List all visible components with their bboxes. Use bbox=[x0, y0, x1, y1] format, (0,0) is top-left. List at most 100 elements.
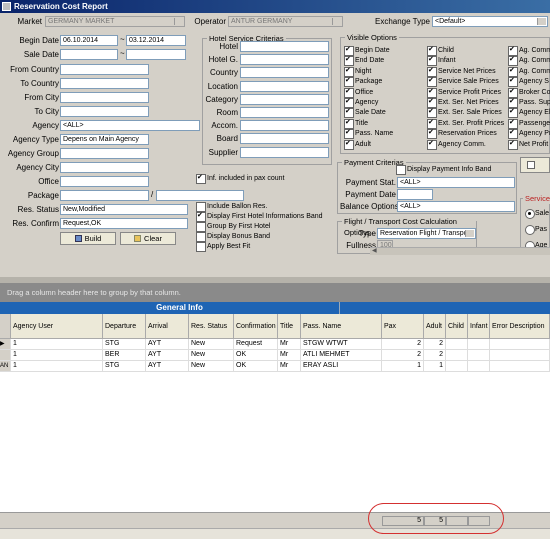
criteria-panel: Begin Date 06.10.2014 ~ 03.12.2014 Sale … bbox=[0, 31, 550, 277]
hotel-field-input[interactable] bbox=[240, 67, 329, 79]
column-header[interactable]: Arrival bbox=[146, 314, 189, 339]
visible-option-label: Pass. Name bbox=[355, 130, 394, 138]
visible-option-checkbox[interactable]: Net Profit bbox=[508, 139, 548, 150]
visible-option-checkbox[interactable]: Agency S bbox=[508, 76, 549, 88]
visible-option-checkbox[interactable]: Broker Co bbox=[508, 87, 550, 98]
agency-input[interactable]: <ALL> bbox=[60, 120, 200, 131]
panel-scrollbar[interactable]: ◀ bbox=[370, 247, 550, 255]
visible-option-checkbox[interactable]: Agency El bbox=[508, 107, 550, 119]
column-header[interactable]: Res. Status bbox=[189, 314, 234, 339]
build-button[interactable]: Build bbox=[60, 232, 116, 245]
results-grid: General Info Agency User Departure Arrival… bbox=[0, 302, 550, 512]
visible-option-checkbox[interactable]: Title bbox=[344, 118, 368, 129]
hotel-field-input[interactable] bbox=[240, 93, 329, 105]
market-label: Market bbox=[17, 17, 42, 26]
res-confirm-input[interactable]: Request,OK bbox=[60, 218, 188, 229]
visible-option-checkbox[interactable]: Ag. Comm bbox=[508, 66, 550, 77]
begin-date-from[interactable]: 06.10.2014 bbox=[60, 35, 118, 46]
office-input[interactable] bbox=[60, 176, 149, 187]
hotel-field-input[interactable] bbox=[240, 146, 329, 158]
visible-option-checkbox[interactable]: Pass. Name bbox=[344, 128, 394, 140]
column-header[interactable]: Pax bbox=[382, 314, 424, 339]
visible-option-checkbox[interactable]: Ag. Comm bbox=[508, 45, 550, 56]
grid-cell: AYT bbox=[146, 339, 189, 350]
balance-options-select[interactable]: <ALL> bbox=[397, 201, 515, 212]
column-header[interactable]: Pass. Name bbox=[301, 314, 382, 339]
hotel-field-input[interactable] bbox=[240, 54, 329, 66]
row-indicator[interactable]: AN bbox=[0, 361, 11, 372]
visible-option-checkbox[interactable]: Ext. Ser. Profit Prices bbox=[427, 118, 504, 129]
payment-date-input[interactable] bbox=[397, 189, 433, 200]
visible-option-checkbox[interactable]: Reservation Prices bbox=[427, 128, 497, 140]
hotel-option-checkbox[interactable]: Group By First Hotel bbox=[196, 222, 270, 232]
visible-option-checkbox[interactable]: Service Profit Prices bbox=[427, 87, 501, 98]
sale-date-to[interactable] bbox=[126, 49, 186, 60]
visible-option-checkbox[interactable]: Sale Date bbox=[344, 107, 386, 119]
visible-option-checkbox[interactable]: End Date bbox=[344, 55, 384, 67]
exchange-type-select[interactable]: <Default> bbox=[432, 16, 548, 27]
agency-type-select[interactable]: Depens on Main Agency bbox=[60, 134, 149, 145]
to-city-input[interactable] bbox=[60, 106, 149, 117]
service-radio[interactable]: Pas bbox=[525, 225, 547, 235]
from-country-input[interactable] bbox=[60, 64, 149, 75]
agency-group-input[interactable] bbox=[60, 148, 149, 159]
hotel-option-checkbox[interactable]: Display Bonus Band bbox=[196, 232, 270, 242]
column-header[interactable]: Error Description bbox=[490, 314, 550, 339]
flight-type-select[interactable]: Reservation Flight / Transpo bbox=[377, 228, 476, 239]
market-select[interactable]: GERMANY MARKET bbox=[45, 16, 185, 27]
inf-included-checkbox[interactable]: Inf. included in pax count bbox=[196, 173, 284, 184]
visible-option-checkbox[interactable]: Night bbox=[344, 66, 371, 77]
visible-option-checkbox[interactable]: Office bbox=[344, 87, 374, 98]
hotel-field-input[interactable] bbox=[240, 41, 329, 52]
group-by-panel[interactable]: Drag a column header here to group by th… bbox=[0, 283, 550, 302]
hotel-field-input[interactable] bbox=[240, 133, 329, 145]
hotel-option-checkbox[interactable]: Apply Best Fit bbox=[196, 242, 250, 252]
res-status-input[interactable]: New,Modified bbox=[60, 204, 188, 215]
hotel-field-input[interactable] bbox=[240, 107, 329, 118]
hotel-field-input[interactable] bbox=[240, 80, 329, 92]
hotel-option-checkbox[interactable]: Include Ballon Res. bbox=[196, 202, 267, 212]
column-header[interactable]: Title bbox=[278, 314, 301, 339]
visible-option-checkbox[interactable]: Agency Pr bbox=[508, 128, 550, 140]
visible-option-checkbox[interactable]: Agency Comm. bbox=[427, 139, 486, 150]
agency-city-input[interactable] bbox=[60, 162, 149, 173]
column-header[interactable]: Confirmation bbox=[234, 314, 278, 339]
row-indicator[interactable] bbox=[0, 350, 11, 361]
visible-option-checkbox[interactable]: Adult bbox=[344, 139, 371, 150]
visible-option-checkbox[interactable]: Service Sale Prices bbox=[427, 76, 499, 88]
sale-date-from[interactable] bbox=[60, 49, 118, 60]
visible-option-checkbox[interactable]: Service Net Prices bbox=[427, 66, 496, 77]
to-country-input[interactable] bbox=[60, 78, 149, 89]
payment-stat-select[interactable]: <ALL> bbox=[397, 177, 515, 188]
hotel-option-checkbox[interactable]: Display First Hotel Informations Band bbox=[196, 211, 323, 222]
service-checkbox-box[interactable] bbox=[520, 157, 550, 173]
visible-option-checkbox[interactable]: Ext. Ser. Sale Prices bbox=[427, 107, 502, 119]
begin-date-to[interactable]: 03.12.2014 bbox=[126, 35, 186, 46]
column-header[interactable]: Infant bbox=[468, 314, 490, 339]
visible-option-checkbox[interactable]: Package bbox=[344, 76, 382, 88]
hotel-field-label: Hotel G. bbox=[208, 55, 238, 65]
hotel-field-input[interactable] bbox=[240, 120, 329, 132]
visible-option-checkbox[interactable]: Child bbox=[427, 45, 454, 56]
visible-option-checkbox[interactable]: Pass. Sup bbox=[508, 97, 550, 108]
clear-button[interactable]: Clear bbox=[120, 232, 176, 245]
visible-option-label: Office bbox=[355, 88, 374, 96]
service-radio[interactable]: Sale bbox=[525, 209, 549, 219]
visible-option-checkbox[interactable]: Begin Date bbox=[344, 45, 390, 56]
visible-option-checkbox[interactable]: Passenge bbox=[508, 118, 550, 129]
visible-option-checkbox[interactable]: Ag. Comm bbox=[508, 55, 550, 67]
column-header[interactable]: Adult bbox=[424, 314, 446, 339]
package-input[interactable] bbox=[60, 190, 149, 201]
visible-option-checkbox[interactable]: Infant bbox=[427, 55, 456, 67]
display-payment-band-checkbox[interactable]: Display Payment Info Band bbox=[396, 165, 491, 175]
visible-option-checkbox[interactable]: Agency bbox=[344, 97, 378, 108]
column-header[interactable]: Agency User bbox=[11, 314, 103, 339]
grid-cell: 1 bbox=[11, 339, 103, 350]
row-indicator[interactable]: ▶ bbox=[0, 339, 11, 350]
visible-option-checkbox[interactable]: Ext. Ser. Net Prices bbox=[427, 97, 499, 108]
column-header[interactable]: Departure bbox=[103, 314, 146, 339]
column-header[interactable]: Child bbox=[446, 314, 468, 339]
operator-select[interactable]: ANTUR GERMANY bbox=[228, 16, 343, 27]
from-city-input[interactable] bbox=[60, 92, 149, 103]
package-input-2[interactable] bbox=[156, 190, 244, 201]
